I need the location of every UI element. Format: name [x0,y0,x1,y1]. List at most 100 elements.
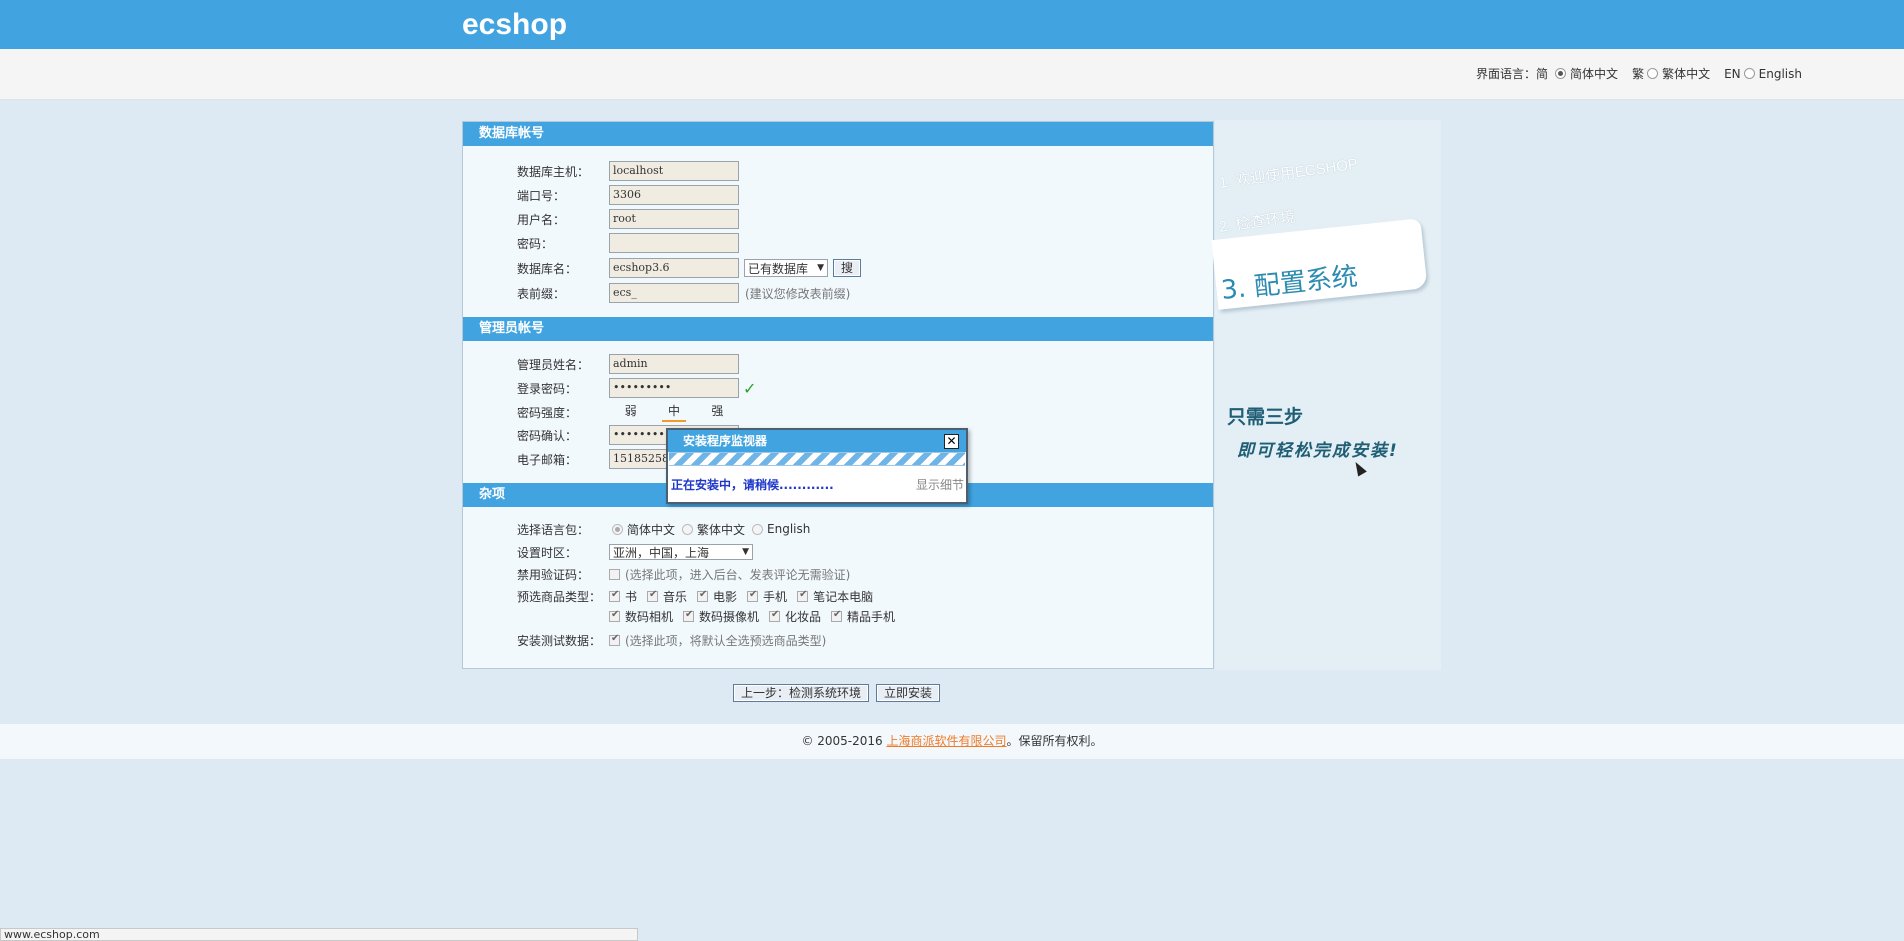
checkbox-icon[interactable] [769,609,781,622]
goods-type-book[interactable]: 书 [609,588,637,605]
show-details-link[interactable]: 显示细节 [916,476,964,493]
db-password-label: 密码： [517,236,554,251]
checkbox-icon[interactable] [609,609,620,622]
existing-db-select[interactable]: 已有数据库 ▼ [744,259,828,277]
admin-name-label: 管理员姓名： [517,357,590,372]
close-icon[interactable]: ✕ [944,434,959,449]
langpack-label: 选择语言包： [517,522,590,537]
db-port-row: 端口号： 3306 [517,185,739,205]
db-name-input[interactable]: ecshop3.6 [609,258,739,278]
step-1-welcome: 1. 欢迎使用ECSHOP [1217,155,1359,192]
test-data-hint: (选择此项，将默认全选预选商品类型) [625,633,827,648]
ecshop-logo: ecshop [462,8,568,41]
langpack-option-en[interactable]: English [749,522,810,536]
test-data-checkbox[interactable] [609,633,620,646]
radio-icon[interactable] [612,523,623,535]
goods-type-laptop[interactable]: 笔记本电脑 [797,588,873,605]
goods-type-music[interactable]: 音乐 [647,588,687,605]
install-status-message: 正在安装中，请稍候............ [671,478,834,492]
goods-type-row: 预选商品类型： 书 音乐 电影 手机 笔记本电脑 [517,586,883,606]
radio-icon[interactable] [1555,68,1567,79]
admin-confirm-label: 密码确认： [517,428,578,443]
dialog-body: 正在安装中，请稍候............ 显示细节 [668,466,966,502]
db-password-input[interactable] [609,233,739,253]
admin-section-title: 管理员帐号 [463,317,1213,341]
captcha-row: 禁用验证码： (选择此项，进入后台、发表评论无需验证) [517,564,850,584]
db-user-row: 用户名： root [517,209,739,229]
db-prefix-input[interactable]: ecs_ [609,283,739,303]
install-config-form: 数据库帐号 数据库主机： localhost 端口号： 3306 用户名： ro… [462,121,1214,669]
password-strength-label: 密码强度： [517,405,578,420]
langpack-row: 选择语言包： 简体中文 繁体中文 English [517,519,820,539]
admin-password-label: 登录密码： [517,381,578,396]
radio-icon[interactable] [682,523,694,535]
db-user-input[interactable]: root [609,209,739,229]
admin-password-row: 登录密码： ••••••••• ✓ [517,378,756,398]
checkbox-icon[interactable] [609,589,620,602]
admin-name-row: 管理员姓名： admin [517,354,739,374]
install-progress-bar [669,452,965,466]
copyright-text: © 2005-2016 [801,734,887,748]
dialog-title: 安装程序监视器 [683,434,768,448]
lang-option-zh-cn[interactable]: 简体中文 [1552,65,1618,82]
browser-status-bar: www.ecshop.com [0,928,638,941]
goods-type-camera[interactable]: 数码相机 [609,608,673,625]
admin-password-input[interactable]: ••••••••• [609,378,739,398]
strength-medium: 中 [661,402,686,422]
checkbox-icon[interactable] [831,609,843,622]
db-port-input[interactable]: 3306 [609,185,739,205]
db-password-row: 密码： [517,233,739,253]
captcha-hint: (选择此项，进入后台、发表评论无需验证) [625,567,851,582]
copyright-suffix: 。保留所有权利。 [1006,734,1103,748]
language-bar: 界面语言：简 简体中文 繁 繁体中文 EN English [0,49,1904,100]
timezone-select[interactable]: 亚洲，中国，上海 ▼ [609,544,753,560]
install-now-button[interactable]: 立即安装 [876,684,941,702]
radio-icon[interactable] [752,523,764,535]
db-name-label: 数据库名： [517,261,578,276]
test-data-row: 安装测试数据： (选择此项，将默认全选预选商品类型) [517,630,826,650]
install-monitor-dialog: 安装程序监视器 ✕ 正在安装中，请稍候............ 显示细节 [666,428,968,504]
top-header: ecshop [0,0,1904,49]
interface-language-label: 界面语言：简 [1476,67,1549,81]
goods-type-premium-phone[interactable]: 精品手机 [831,608,895,625]
captcha-label: 禁用验证码： [517,567,590,582]
db-host-row: 数据库主机： localhost [517,161,739,181]
tagline-three-steps: 只需三步 [1227,406,1304,428]
lang-option-zh-tw[interactable]: 繁 繁体中文 [1632,65,1710,82]
captcha-checkbox[interactable] [609,568,620,580]
password-strength-row: 密码强度： 弱 中 强 [517,402,739,422]
lang-option-en[interactable]: EN English [1724,67,1802,81]
radio-icon[interactable] [1743,68,1755,79]
checkbox-icon[interactable] [797,589,809,602]
db-name-row: 数据库名： ecshop3.6 已有数据库 ▼ 搜 [517,258,862,278]
radio-icon[interactable] [1647,68,1659,79]
checkbox-icon[interactable] [683,609,695,622]
checkbox-icon[interactable] [747,589,759,602]
company-link[interactable]: 上海商派软件有限公司 [887,734,1007,748]
goods-type-phone[interactable]: 手机 [747,588,787,605]
chevron-down-icon: ▼ [742,547,749,557]
prev-step-button[interactable]: 上一步：检测系统环境 [733,684,870,702]
goods-type-movie[interactable]: 电影 [697,588,737,605]
search-db-button[interactable]: 搜 [833,259,862,277]
tagline-easy-install: 即可轻松完成安装! [1237,441,1399,461]
check-icon: ✓ [743,378,757,398]
strength-strong: 强 [711,404,724,418]
db-host-input[interactable]: localhost [609,161,739,181]
checkbox-icon[interactable] [647,589,659,602]
timezone-row: 设置时区： 亚洲，中国，上海 ▼ [517,542,753,562]
interface-language-selector: 界面语言：简 简体中文 繁 繁体中文 EN English [1476,65,1802,82]
goods-type-camcorder[interactable]: 数码摄像机 [683,608,759,625]
db-port-label: 端口号： [517,188,566,203]
chevron-down-icon: ▼ [817,263,824,273]
admin-email-label: 电子邮箱： [517,452,578,467]
db-host-label: 数据库主机： [517,164,590,179]
db-prefix-label: 表前缀： [517,286,566,301]
footer: © 2005-2016 上海商派软件有限公司。保留所有权利。 [0,724,1904,759]
checkbox-icon[interactable] [697,589,709,602]
db-prefix-hint: (建议您修改表前缀) [745,286,851,301]
goods-type-cosmetics[interactable]: 化妆品 [769,608,821,625]
admin-name-input[interactable]: admin [609,354,739,374]
langpack-option-zh-cn[interactable]: 简体中文 [609,521,675,538]
langpack-option-zh-tw[interactable]: 繁体中文 [679,521,745,538]
